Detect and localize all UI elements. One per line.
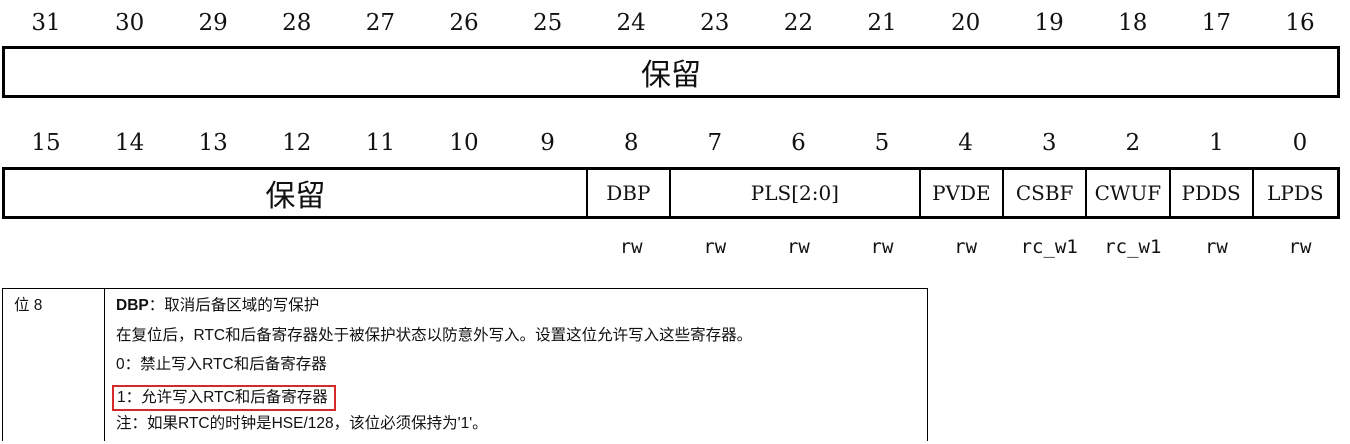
low-bit-3: 3 <box>1041 130 1057 156</box>
high-bit-16: 16 <box>1285 10 1315 36</box>
low-bit-15: 15 <box>31 130 61 156</box>
high-bit-21: 21 <box>867 10 897 36</box>
low-bit-7: 7 <box>707 130 723 156</box>
low-bit-4: 4 <box>958 130 973 156</box>
high-bit-17: 17 <box>1201 10 1232 36</box>
low-bit-5: 5 <box>874 130 890 156</box>
reserved-field: 保留 <box>641 58 701 93</box>
description-line-value-0: 0：禁止写入RTC和后备寄存器 <box>116 356 327 373</box>
bit-position-cell: 位 8 <box>3 289 105 441</box>
access-bit-2: rc_w1 <box>1104 236 1162 258</box>
high-bit-20: 20 <box>950 10 981 36</box>
low-bit-1: 1 <box>1209 130 1224 156</box>
bit-description-cell: DBP：取消后备区域的写保护 在复位后，RTC和后备寄存器处于被保护状态以防意外… <box>105 289 927 441</box>
high-bit-23: 23 <box>700 10 730 36</box>
access-bit-5: rw <box>870 236 894 258</box>
field-dbp: DBP <box>588 170 671 216</box>
field-title-text: ：取消后备区域的写保护 <box>148 297 320 314</box>
access-bit-4: rw <box>954 236 978 258</box>
high-bit-26: 26 <box>449 10 479 36</box>
low-bit-6: 6 <box>791 130 806 156</box>
description-title: DBP：取消后备区域的写保护 <box>116 296 927 326</box>
register-low-half: 保留 DBP PLS[2:0] PVDE CSBF CWUF PDDS LPDS <box>2 167 1340 219</box>
bit-description-table: 位 8 DBP：取消后备区域的写保护 在复位后，RTC和后备寄存器处于被保护状态… <box>2 288 928 441</box>
high-bit-24: 24 <box>616 10 646 36</box>
field-lpds: LPDS <box>1267 181 1324 205</box>
low-bit-0: 0 <box>1292 130 1308 156</box>
field-name: DBP <box>116 297 149 314</box>
highlight-box: 1：允许写入RTC和后备寄存器 <box>112 384 336 411</box>
low-bit-8: 8 <box>623 130 639 156</box>
access-bit-0: rw <box>1288 236 1312 258</box>
field-csbf: CSBF <box>1004 170 1088 216</box>
high-bit-28: 28 <box>282 10 312 36</box>
reserved-field: 保留 <box>5 170 588 216</box>
low-bit-2: 2 <box>1125 130 1141 156</box>
high-bit-29: 29 <box>198 10 228 36</box>
low-bit-11: 11 <box>365 130 396 156</box>
access-bit-8: rw <box>619 236 643 258</box>
description-note: 注：如果RTC的时钟是HSE/128，该位必须保持为'1'。 <box>116 415 488 432</box>
low-bit-14: 14 <box>114 130 145 156</box>
bit-position-label: 位 8 <box>14 297 43 314</box>
high-bit-18: 18 <box>1118 10 1148 36</box>
high-bit-22: 22 <box>783 10 814 36</box>
low-bit-13: 13 <box>198 130 228 156</box>
field-cwuf: CWUF <box>1087 170 1171 216</box>
high-bit-25: 25 <box>532 10 563 36</box>
high-bit-19: 19 <box>1034 10 1064 36</box>
field-pls-2-0: PLS[2:0] <box>671 170 921 216</box>
register-high-half: 保留 <box>2 46 1340 98</box>
description-line-reset: 在复位后，RTC和后备寄存器处于被保护状态以防意外写入。设置这位允许写入这些寄存… <box>116 326 753 344</box>
low-bit-9: 9 <box>540 130 555 156</box>
access-bit-7: rw <box>703 236 727 258</box>
field-pvde: PVDE <box>921 170 1004 216</box>
high-bit-31: 31 <box>31 10 61 36</box>
low-bit-10: 10 <box>449 130 479 156</box>
access-bit-6: rw <box>786 236 810 258</box>
access-bit-1: rw <box>1204 236 1228 258</box>
description-line-value-1: 1：允许写入RTC和后备寄存器 <box>112 384 927 415</box>
high-bit-30: 30 <box>114 10 145 36</box>
field-pdds: PDDS <box>1171 170 1254 216</box>
access-bit-3: rc_w1 <box>1020 236 1078 258</box>
low-bit-12: 12 <box>282 130 312 156</box>
high-bit-27: 27 <box>365 10 396 36</box>
